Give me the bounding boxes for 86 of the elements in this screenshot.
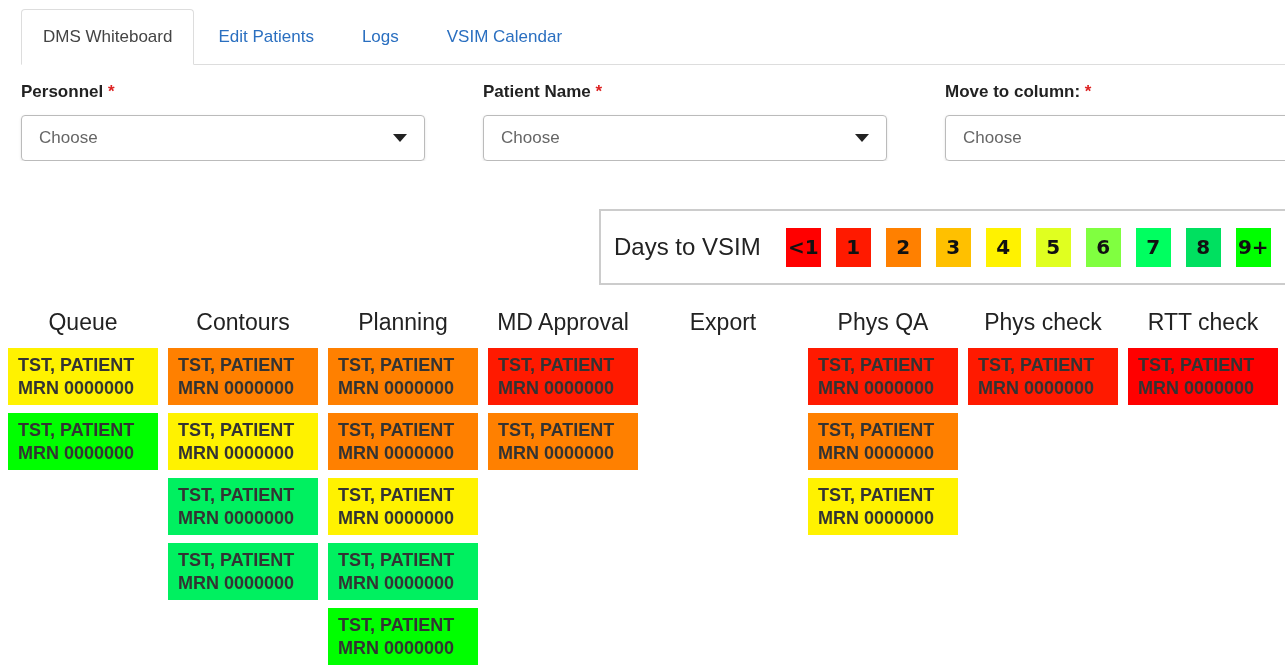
column-title: Phys QA xyxy=(836,308,930,337)
patient-name: TST, PATIENT xyxy=(498,354,616,377)
placeholder: Choose xyxy=(501,127,560,150)
patient-mrn: MRN 0000000 xyxy=(178,377,296,400)
select-field[interactable]: Choose xyxy=(21,115,425,161)
legend-swatch: 5 xyxy=(1035,227,1071,267)
column-title: RTT check xyxy=(1146,308,1260,337)
patient-mrn: MRN 0000000 xyxy=(338,507,456,530)
field-label: Patient Name * xyxy=(483,81,604,103)
patient-mrn: MRN 0000000 xyxy=(178,572,296,595)
patient-name: TST, PATIENT xyxy=(178,484,296,507)
patient-mrn: MRN 0000000 xyxy=(18,442,136,465)
patient-card[interactable]: TST, PATIENT MRN 0000000 xyxy=(328,478,478,535)
legend-swatch: 7 xyxy=(1135,227,1171,267)
legend-swatch: 6 xyxy=(1085,227,1121,267)
legend-swatch: 8 xyxy=(1185,227,1221,267)
patient-name: TST, PATIENT xyxy=(338,549,456,572)
patient-name: TST, PATIENT xyxy=(178,549,296,572)
legend-swatch: 4 xyxy=(985,227,1021,267)
legend-swatch: 9+ xyxy=(1235,227,1271,267)
tab[interactable]: DMS Whiteboard xyxy=(21,9,195,65)
tab[interactable]: Edit Patients xyxy=(194,9,338,65)
patient-name: TST, PATIENT xyxy=(18,419,136,442)
patient-card[interactable]: TST, PATIENT MRN 0000000 xyxy=(168,478,318,535)
column-title: MD Approval xyxy=(496,308,630,337)
legend-swatch: 3 xyxy=(935,227,971,267)
field-label: Personnel * xyxy=(21,81,116,103)
patient-card[interactable]: TST, PATIENT MRN 0000000 xyxy=(168,413,318,470)
patient-mrn: MRN 0000000 xyxy=(498,442,616,465)
patient-mrn: MRN 0000000 xyxy=(978,377,1096,400)
tab[interactable]: VSIM Calendar xyxy=(422,9,587,65)
tab[interactable]: Logs xyxy=(337,9,423,65)
patient-mrn: MRN 0000000 xyxy=(338,637,456,660)
patient-card[interactable]: TST, PATIENT MRN 0000000 xyxy=(488,348,638,405)
patient-card[interactable]: TST, PATIENT MRN 0000000 xyxy=(168,543,318,600)
patient-card[interactable]: TST, PATIENT MRN 0000000 xyxy=(8,413,158,470)
patient-card[interactable]: TST, PATIENT MRN 0000000 xyxy=(8,348,158,405)
patient-mrn: MRN 0000000 xyxy=(818,507,936,530)
column-title: Contours xyxy=(195,308,291,337)
patient-card[interactable]: TST, PATIENT MRN 0000000 xyxy=(168,348,318,405)
patient-mrn: MRN 0000000 xyxy=(818,442,936,465)
patient-mrn: MRN 0000000 xyxy=(338,572,456,595)
select-field[interactable]: Choose xyxy=(483,115,887,161)
select-field[interactable]: Choose xyxy=(945,115,1285,161)
patient-name: TST, PATIENT xyxy=(338,614,456,637)
patient-card[interactable]: TST, PATIENT MRN 0000000 xyxy=(968,348,1118,405)
column-title: Planning xyxy=(357,308,449,337)
patient-mrn: MRN 0000000 xyxy=(498,377,616,400)
patient-mrn: MRN 0000000 xyxy=(1138,377,1256,400)
patient-mrn: MRN 0000000 xyxy=(338,442,456,465)
patient-mrn: MRN 0000000 xyxy=(178,507,296,530)
legend-swatch: 2 xyxy=(885,227,921,267)
patient-name: TST, PATIENT xyxy=(818,354,936,377)
column-title: Queue xyxy=(47,308,119,337)
column-title: Export xyxy=(688,308,758,337)
patient-name: TST, PATIENT xyxy=(498,419,616,442)
patient-mrn: MRN 0000000 xyxy=(178,442,296,465)
patient-name: TST, PATIENT xyxy=(338,419,456,442)
patient-card[interactable]: TST, PATIENT MRN 0000000 xyxy=(488,413,638,470)
patient-mrn: MRN 0000000 xyxy=(338,377,456,400)
placeholder: Choose xyxy=(39,127,98,150)
patient-card[interactable]: TST, PATIENT MRN 0000000 xyxy=(328,608,478,665)
patient-card[interactable]: TST, PATIENT MRN 0000000 xyxy=(808,413,958,470)
patient-name: TST, PATIENT xyxy=(338,484,456,507)
field-label: Move to column: * xyxy=(945,81,1093,103)
legend-title: Days to VSIM xyxy=(614,232,761,262)
patient-name: TST, PATIENT xyxy=(1138,354,1256,377)
patient-mrn: MRN 0000000 xyxy=(18,377,136,400)
patient-name: TST, PATIENT xyxy=(818,419,936,442)
patient-name: TST, PATIENT xyxy=(178,419,296,442)
patient-card[interactable]: TST, PATIENT MRN 0000000 xyxy=(1128,348,1278,405)
legend-swatch: <1 xyxy=(785,227,821,267)
patient-name: TST, PATIENT xyxy=(978,354,1096,377)
legend-swatch: 1 xyxy=(835,227,871,267)
patient-card[interactable]: TST, PATIENT MRN 0000000 xyxy=(328,543,478,600)
patient-name: TST, PATIENT xyxy=(18,354,136,377)
patient-name: TST, PATIENT xyxy=(818,484,936,507)
patient-card[interactable]: TST, PATIENT MRN 0000000 xyxy=(808,478,958,535)
patient-mrn: MRN 0000000 xyxy=(818,377,936,400)
patient-card[interactable]: TST, PATIENT MRN 0000000 xyxy=(328,348,478,405)
patient-name: TST, PATIENT xyxy=(338,354,456,377)
column-title: Phys check xyxy=(983,308,1103,337)
patient-card[interactable]: TST, PATIENT MRN 0000000 xyxy=(808,348,958,405)
placeholder: Choose xyxy=(963,127,1022,150)
patient-card[interactable]: TST, PATIENT MRN 0000000 xyxy=(328,413,478,470)
patient-name: TST, PATIENT xyxy=(178,354,296,377)
